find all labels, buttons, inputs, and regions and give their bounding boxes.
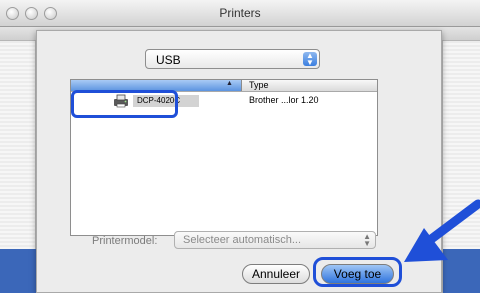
pointer-arrow-icon bbox=[404, 199, 480, 262]
add-button-highlight-callout bbox=[313, 257, 402, 287]
column-header-type[interactable]: Type bbox=[249, 80, 269, 90]
connection-type-popup[interactable]: USB ▲ ▼ bbox=[145, 49, 320, 69]
title-bar: Printers bbox=[0, 0, 480, 27]
printer-model-popup[interactable]: Selecteer automatisch... ▲ ▼ bbox=[174, 231, 376, 249]
printer-model-value: Selecteer automatisch... bbox=[183, 234, 302, 246]
printer-setup-window: Printers USB ▲ ▼ ▲ Type DCP-4020C Brothe… bbox=[0, 0, 480, 293]
connection-type-value: USB bbox=[156, 53, 181, 67]
background-blue-panel bbox=[0, 249, 36, 293]
popup-arrows-icon: ▲ ▼ bbox=[303, 52, 317, 67]
printer-model-label: Printermodel: bbox=[92, 235, 158, 247]
window-title: Printers bbox=[219, 6, 261, 20]
printer-highlight-callout bbox=[71, 90, 178, 118]
cancel-button[interactable]: Annuleer bbox=[242, 264, 310, 284]
background-window-left bbox=[0, 41, 36, 293]
sort-ascending-icon: ▲ bbox=[226, 80, 233, 87]
printer-type-cell: Brother ...lor 1.20 bbox=[249, 95, 319, 105]
popup-arrows-icon: ▲ ▼ bbox=[363, 232, 371, 248]
add-printer-sheet: USB ▲ ▼ ▲ Type DCP-4020C Brother ...lor 1… bbox=[36, 30, 442, 293]
